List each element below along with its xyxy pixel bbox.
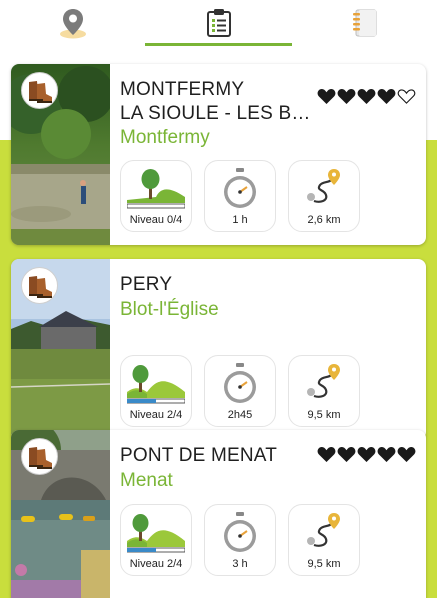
heart-filled-icon — [357, 446, 376, 463]
top-tab-bar — [0, 0, 437, 56]
hike-title: PERY — [120, 274, 173, 295]
difficulty-hills-icon — [127, 514, 185, 553]
difficulty-hills-icon — [127, 365, 185, 404]
duration-tile: 1 h — [204, 160, 276, 232]
notebook-icon — [352, 9, 376, 37]
heart-filled-icon — [317, 88, 336, 105]
route-distance-icon — [307, 364, 340, 398]
heart-outline-icon — [397, 89, 416, 104]
heart-filled-icon — [397, 446, 416, 463]
rating-hearts — [317, 88, 416, 105]
distance-label: 9,5 km — [307, 558, 341, 570]
tab-list[interactable] — [145, 0, 292, 46]
stopwatch-icon — [224, 512, 256, 552]
route-distance-icon — [307, 513, 340, 547]
hike-card-pont-de-menat[interactable]: PONT DE MENAT Menat Niveau 2/4 3 h 9,5 k… — [11, 430, 426, 598]
hiking-boots-icon — [28, 80, 52, 103]
clipboard-list-icon — [206, 9, 231, 37]
distance-label: 9,5 km — [307, 409, 341, 421]
hike-location: Menat — [120, 470, 173, 491]
map-pin-icon — [59, 9, 86, 39]
heart-filled-icon — [377, 88, 396, 105]
difficulty-tile: Niveau 0/4 — [120, 160, 192, 232]
hike-photo — [11, 430, 110, 598]
hiking-boots-badge — [21, 438, 58, 475]
hike-title: MONTFERMY LA SIOULE - LES BA... — [120, 79, 320, 124]
stopwatch-icon — [224, 168, 256, 208]
distance-tile: 2,6 km — [288, 160, 360, 232]
hiking-boots-badge — [21, 72, 58, 109]
distance-tile: 9,5 km — [288, 504, 360, 576]
heart-filled-icon — [337, 446, 356, 463]
route-distance-icon — [307, 169, 340, 203]
difficulty-label: Niveau 0/4 — [129, 214, 183, 226]
difficulty-tile: Niveau 2/4 — [120, 504, 192, 576]
duration-label: 2h45 — [227, 409, 253, 421]
hike-photo — [11, 64, 110, 245]
duration-label: 1 h — [232, 214, 248, 226]
hike-card-pery[interactable]: PERY Blot-l'Église Niveau 2/4 2h45 9,5 k… — [11, 259, 426, 440]
rating-hearts — [317, 446, 416, 463]
duration-tile: 2h45 — [204, 355, 276, 427]
hiking-boots-icon — [28, 446, 52, 469]
active-tab-indicator — [145, 43, 292, 46]
tab-map[interactable] — [0, 0, 145, 46]
stopwatch-icon — [224, 363, 256, 403]
duration-tile: 3 h — [204, 504, 276, 576]
heart-filled-icon — [337, 88, 356, 105]
heart-filled-icon — [377, 446, 396, 463]
difficulty-label: Niveau 2/4 — [129, 409, 183, 421]
hike-photo — [11, 259, 110, 440]
difficulty-label: Niveau 2/4 — [129, 558, 183, 570]
hike-title: PONT DE MENAT — [120, 445, 278, 466]
duration-label: 3 h — [232, 558, 248, 570]
heart-filled-icon — [357, 88, 376, 105]
heart-filled-icon — [317, 446, 336, 463]
hiking-boots-icon — [28, 275, 52, 298]
hike-card-montfermy[interactable]: MONTFERMY LA SIOULE - LES BA... Montferm… — [11, 64, 426, 245]
difficulty-tree-icon — [127, 169, 185, 209]
difficulty-tile: Niveau 2/4 — [120, 355, 192, 427]
distance-label: 2,6 km — [307, 214, 341, 226]
distance-tile: 9,5 km — [288, 355, 360, 427]
tab-notebook[interactable] — [292, 0, 437, 46]
hike-location: Blot-l'Église — [120, 299, 219, 320]
hike-location: Montfermy — [120, 127, 210, 148]
hiking-boots-badge — [21, 267, 58, 304]
